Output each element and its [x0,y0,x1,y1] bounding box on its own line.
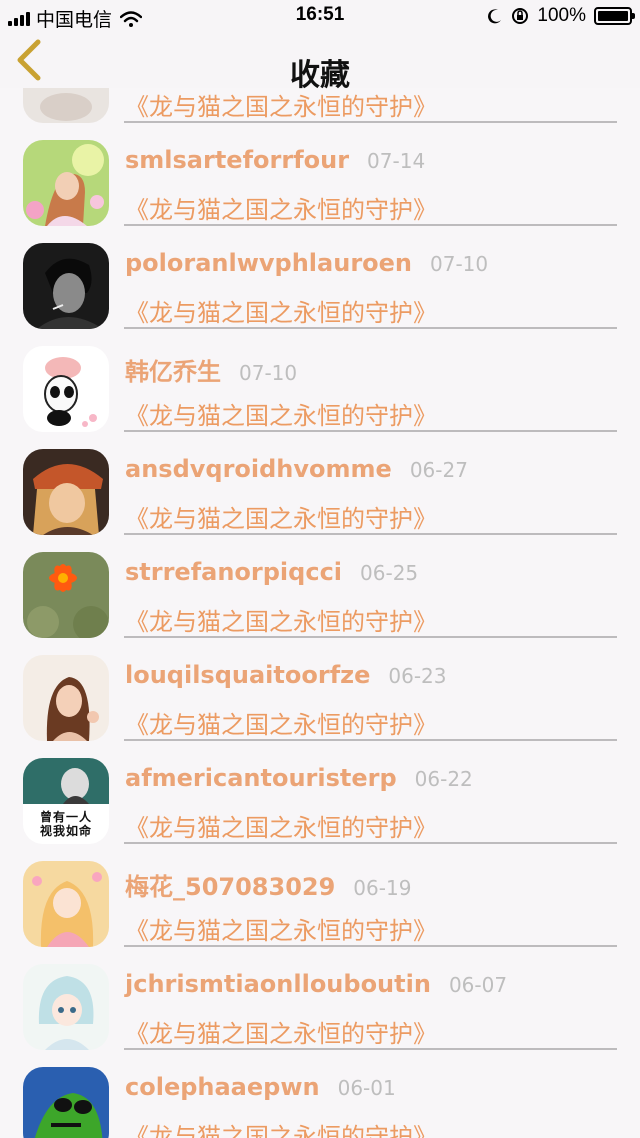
favorite-title-link[interactable]: 《龙与猫之国之永恒的守护》 [125,602,437,637]
battery-icon [594,7,635,25]
list-item[interactable]: 韩亿乔生 07-10 《龙与猫之国之永恒的守护》 [0,327,640,432]
avatar[interactable] [23,449,109,535]
battery-percent: 100% [537,5,586,26]
username[interactable]: louqilsquaitoorfze [125,661,370,689]
post-date: 06-01 [337,1076,396,1100]
post-date: 06-07 [448,973,508,997]
username[interactable]: smlsarteforrfour [125,146,349,174]
favorite-title-link[interactable]: 《龙与猫之国之永恒的守护》 [125,808,437,843]
avatar-caption: 曾有一人 视我如命 [39,810,92,838]
list-item[interactable]: 梅花_507083029 06-19 《龙与猫之国之永恒的守护》 [0,842,640,947]
favorite-title-link[interactable]: 《龙与猫之国之永恒的守护》 [125,499,437,534]
post-date: 06-22 [414,767,473,791]
avatar[interactable] [23,552,109,638]
post-date: 07-10 [239,361,298,385]
favorite-title-link[interactable]: 《龙与猫之国之永恒的守护》 [125,396,437,431]
username[interactable]: strrefanorpiqcci [125,558,342,586]
post-date: 06-25 [360,561,419,585]
post-date: 07-14 [367,149,426,173]
username[interactable]: 梅花_507083029 [125,873,335,901]
favorite-title-link[interactable]: 《龙与猫之国之永恒的守护》 [125,911,437,946]
list-item[interactable]: smlsarteforrfour 07-14 《龙与猫之国之永恒的守护》 [0,121,640,226]
avatar[interactable] [23,243,109,329]
favorites-list[interactable]: 《龙与猫之国之永恒的守护》 smlsarteforrfour 07-14 《龙与猫 [0,18,640,1138]
username[interactable]: afmericantouristerp [125,764,397,792]
list-item[interactable]: poloranlwvphlauroen 07-10 《龙与猫之国之永恒的守护》 [0,224,640,329]
username[interactable]: ansdvqroidhvomme [125,455,392,483]
username[interactable]: jchrismtiaonllouboutin [125,970,431,998]
post-date: 06-19 [353,876,412,900]
list-item[interactable]: jchrismtiaonllouboutin 06-07 《龙与猫之国之永恒的守护… [0,945,640,1050]
status-bar: 中国电信 16:51 100% [0,0,640,32]
avatar[interactable] [23,964,109,1050]
avatar[interactable] [23,346,109,432]
list-item[interactable]: colephaaepwn 06-01 《龙与猫之国之永恒的守护》 [0,1048,640,1138]
rotation-lock-icon [512,8,529,24]
favorite-title-link[interactable]: 《龙与猫之国之永恒的守护》 [125,705,437,740]
username[interactable]: poloranlwvphlauroen [125,249,412,277]
username[interactable]: colephaaepwn [125,1073,320,1101]
list-item[interactable]: louqilsquaitoorfze 06-23 《龙与猫之国之永恒的守护》 [0,636,640,741]
post-date: 06-27 [409,458,468,482]
post-date: 07-10 [430,252,489,276]
avatar[interactable] [23,1067,109,1138]
list-item[interactable]: ansdvqroidhvomme 06-27 《龙与猫之国之永恒的守护》 [0,430,640,535]
post-date: 06-23 [388,664,447,688]
list-item[interactable]: strrefanorpiqcci 06-25 《龙与猫之国之永恒的守护》 [0,533,640,638]
favorites-screen: 《龙与猫之国之永恒的守护》 smlsarteforrfour 07-14 《龙与猫 [0,0,640,1138]
avatar[interactable] [23,861,109,947]
favorite-title-link[interactable]: 《龙与猫之国之永恒的守护》 [125,1117,437,1138]
favorite-title-link[interactable]: 《龙与猫之国之永恒的守护》 [125,1014,437,1049]
favorite-title-link[interactable]: 《龙与猫之国之永恒的守护》 [125,293,437,328]
avatar[interactable] [23,140,109,226]
list-item[interactable]: 曾有一人 视我如命 afmericantouristerp 06-22 《龙与猫之国… [0,739,640,844]
moon-icon [488,9,502,24]
avatar[interactable] [23,655,109,741]
page-title: 收藏 [290,58,350,93]
favorite-title-link[interactable]: 《龙与猫之国之永恒的守护》 [125,190,437,225]
username[interactable]: 韩亿乔生 [125,358,221,386]
navigation-bar: 收藏 [0,32,640,93]
avatar[interactable]: 曾有一人 视我如命 [23,758,109,844]
